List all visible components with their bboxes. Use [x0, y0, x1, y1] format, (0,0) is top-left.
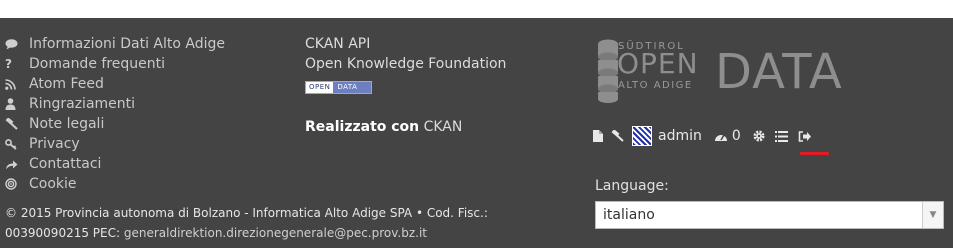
gavel-icon [5, 118, 29, 130]
file-icon[interactable] [593, 126, 603, 146]
powered-by: Realizzato con CKAN [305, 119, 462, 135]
footer-link-label: Atom Feed [29, 75, 104, 92]
footer-link-label: Informazioni Dati Alto Adige [29, 35, 226, 52]
open-data-badge[interactable]: OPEN DATA [305, 81, 373, 94]
footer-link-legal[interactable]: Note legali [5, 114, 225, 134]
comment-icon [5, 38, 29, 50]
footer-link-thanks[interactable]: Ringraziamenti [5, 94, 225, 114]
bullseye-icon [5, 178, 29, 190]
footer-link-cookie[interactable]: Cookie [5, 174, 225, 194]
language-label: Language: [595, 178, 669, 194]
legal-line-1: © 2015 Provincia autonoma di Bolzano - I… [5, 206, 488, 220]
footer-link-privacy[interactable]: Privacy [5, 134, 225, 154]
key-icon [5, 138, 29, 150]
logo-data-word: DATA [715, 44, 843, 100]
footer-link-label: Ringraziamenti [29, 95, 136, 112]
badge-open-text: OPEN [306, 82, 334, 93]
username-link[interactable]: admin [658, 126, 702, 146]
legal-notice: © 2015 Provincia autonoma di Bolzano - I… [5, 203, 525, 243]
badge-data-text: DATA [333, 82, 372, 93]
dashboard-icon[interactable] [714, 126, 728, 146]
avatar[interactable] [632, 126, 652, 146]
footer-link-faq[interactable]: ? Domande frequenti [5, 54, 225, 74]
footer-column-2: CKAN API Open Knowledge Foundation OPEN … [305, 34, 506, 94]
database-icon [598, 39, 618, 103]
rss-icon [5, 78, 29, 90]
language-selected-value: italiano [603, 207, 655, 223]
gear-icon[interactable] [753, 126, 765, 146]
footer-link-label: Privacy [29, 135, 80, 152]
footer-link-about[interactable]: Informazioni Dati Alto Adige [5, 34, 225, 54]
user-icon [5, 98, 29, 110]
chevron-down-icon[interactable]: ▼ [922, 202, 943, 228]
footer-link-label: Note legali [29, 115, 105, 132]
footer-link-label: Domande frequenti [29, 55, 166, 72]
footer-links: Informazioni Dati Alto Adige ? Domande f… [5, 34, 225, 194]
footer-link-label: Contattaci [29, 155, 102, 172]
legal-line-2: 00390090215 PEC: generaldirektion.direzi… [5, 223, 525, 243]
footer-link-label: Cookie [29, 175, 77, 192]
pec-email-link[interactable]: generaldirektion.direzionegenerale@pec.p… [124, 226, 427, 240]
footer-link-atom-feed[interactable]: Atom Feed [5, 74, 225, 94]
logo-subtitle-bottom: ALTO ADIGE [618, 80, 693, 91]
gavel-icon[interactable] [611, 126, 624, 146]
logo-open-word: OPEN [617, 47, 699, 80]
powered-by-label: Realizzato con [305, 119, 420, 135]
site-footer: Informazioni Dati Alto Adige ? Domande f… [0, 18, 953, 248]
language-select[interactable]: italiano ▼ [595, 201, 944, 229]
ckan-link[interactable]: CKAN [424, 119, 463, 135]
footer-link-contact[interactable]: Contattaci [5, 154, 225, 174]
list-icon[interactable] [774, 126, 788, 146]
sign-out-icon[interactable] [798, 126, 811, 146]
active-tab-indicator [800, 152, 829, 155]
question-icon: ? [5, 56, 12, 71]
account-toolbar: admin 0 [593, 126, 819, 146]
site-logo[interactable]: SÜDTIROL OPEN ALTO ADIGE DATA [597, 38, 847, 104]
okfn-link[interactable]: Open Knowledge Foundation [305, 54, 506, 74]
ckan-api-link[interactable]: CKAN API [305, 34, 506, 54]
activity-count[interactable]: 0 [732, 126, 741, 146]
share-icon [5, 159, 29, 170]
legal-fiscal-code: 00390090215 PEC: [5, 226, 121, 240]
